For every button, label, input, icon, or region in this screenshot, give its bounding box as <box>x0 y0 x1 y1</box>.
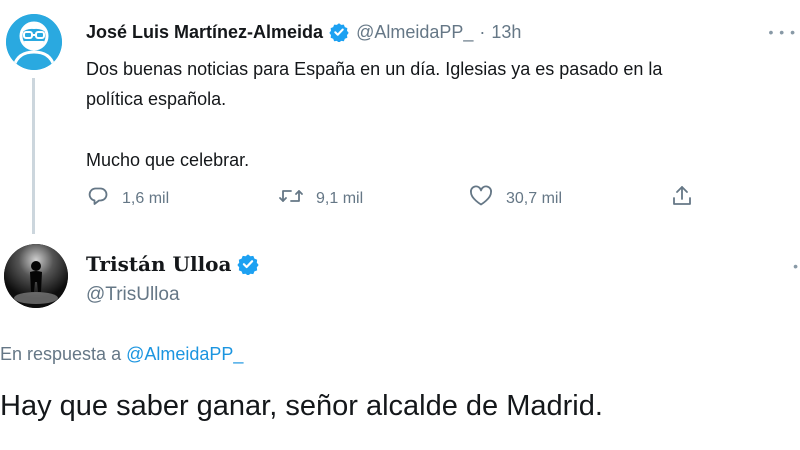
avatar-ulloa[interactable] <box>4 244 68 308</box>
tweet-time[interactable]: 13h <box>491 22 521 43</box>
tweet1-text-line1: Dos buenas noticias para España en un dí… <box>86 59 663 79</box>
share-icon <box>670 184 706 213</box>
more-icon[interactable]: • <box>793 258 798 274</box>
reply-button[interactable]: 1,6 mil <box>86 184 169 213</box>
reply-to-link[interactable]: @AlmeidaPP_ <box>126 344 243 364</box>
verified-icon <box>237 253 260 275</box>
author-name[interactable]: José Luis Martínez-Almeida <box>86 22 323 43</box>
thread-line <box>32 78 35 234</box>
author-name[interactable]: Tristán Ulloa <box>86 252 231 276</box>
tweet1-text-line2: política española. <box>86 89 227 109</box>
author-handle[interactable]: @TrisUlloa <box>86 284 180 306</box>
like-icon <box>468 184 506 213</box>
author-handle[interactable]: @AlmeidaPP_ <box>356 22 473 43</box>
tweet2-text: Hay que saber ganar, señor alcalde de Ma… <box>0 390 603 422</box>
more-icon[interactable]: • • • <box>769 24 796 40</box>
share-button[interactable] <box>670 184 706 213</box>
retweet-count: 9,1 mil <box>316 189 364 207</box>
retweet-button[interactable]: 9,1 mil <box>278 184 363 213</box>
tweet1-text: Dos buenas noticias para España en un dí… <box>86 54 776 175</box>
separator-dot: · <box>479 21 486 42</box>
like-button[interactable]: 30,7 mil <box>468 184 562 213</box>
like-count: 30,7 mil <box>506 189 563 207</box>
tweet1-actions: 1,6 mil 9,1 mil 30,7 mil <box>82 184 722 214</box>
retweet-icon <box>278 184 316 213</box>
tweet1-text-line3: Mucho que celebrar. <box>86 150 250 170</box>
reply-context: En respuesta a @AlmeidaPP_ <box>0 344 243 365</box>
reply-icon <box>86 184 122 213</box>
tweet2-header: Tristán Ulloa <box>86 252 266 276</box>
avatar-almeida[interactable] <box>6 14 62 70</box>
verified-icon <box>329 22 349 42</box>
reply-count: 1,6 mil <box>122 189 170 207</box>
tweet1-header: José Luis Martínez-Almeida @AlmeidaPP_ ·… <box>86 20 521 44</box>
reply-prefix: En respuesta a <box>0 344 122 364</box>
